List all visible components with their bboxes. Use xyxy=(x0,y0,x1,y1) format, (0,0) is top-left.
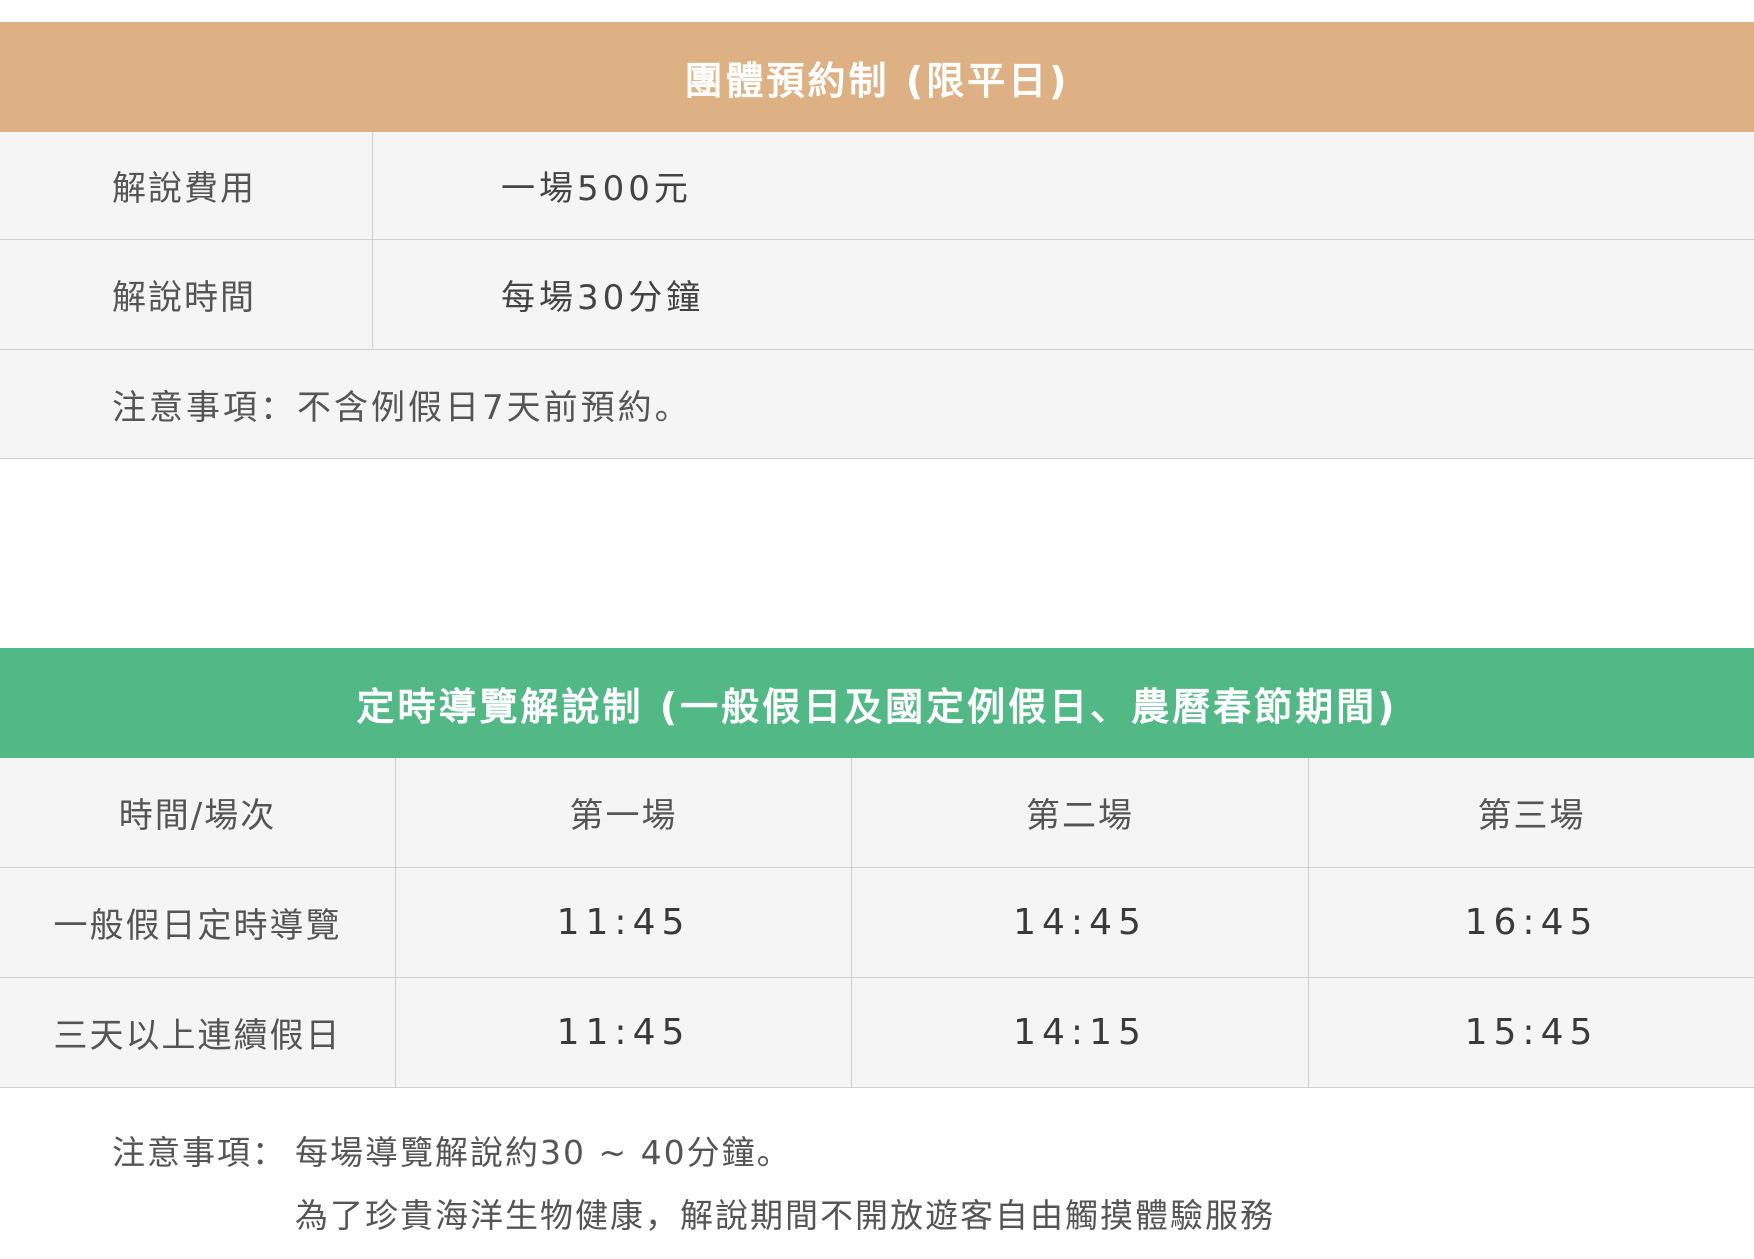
time-cell: 14:15 xyxy=(852,978,1309,1087)
group-note-row: 注意事項：不含例假日7天前預約。 xyxy=(0,350,1754,459)
time-cell: 11:45 xyxy=(396,978,852,1087)
table-row: 一般假日定時導覽 11:45 14:45 16:45 xyxy=(0,868,1754,978)
duration-row: 解說時間 每場30分鐘 xyxy=(0,240,1754,350)
group-reservation-title: 團體預約制 (限平日) xyxy=(0,22,1754,132)
group-note: 注意事項：不含例假日7天前預約。 xyxy=(112,387,692,428)
col-header-session-2: 第二場 xyxy=(852,758,1309,867)
col-header-session-3: 第三場 xyxy=(1477,796,1586,836)
fee-row: 解說費用 一場500元 xyxy=(0,132,1754,240)
timed-note-line-1: 每場導覽解說約30 ~ 40分鐘。 xyxy=(295,1133,792,1172)
timed-note-line-2: 為了珍貴海洋生物健康，解說期間不開放遊客自由觸摸體驗服務 xyxy=(295,1196,1275,1235)
row-label-regular-holiday: 一般假日定時導覽 xyxy=(0,868,396,977)
timed-note-label: 注意事項： xyxy=(112,1133,287,1172)
timed-tour-title: 定時導覽解說制 (一般假日及國定例假日、農曆春節期間) xyxy=(0,648,1754,758)
time-cell: 14:45 xyxy=(852,868,1309,977)
timed-notes: 注意事項： 每場導覽解說約30 ~ 40分鐘。 為了珍貴海洋生物健康，解說期間不… xyxy=(0,1088,1754,1248)
timed-tour-section: 定時導覽解說制 (一般假日及國定例假日、農曆春節期間) 時間/場次 第一場 第二… xyxy=(0,648,1754,1248)
row-label-long-holiday: 三天以上連續假日 xyxy=(0,978,396,1087)
duration-label: 解說時間 xyxy=(0,240,373,349)
group-reservation-section: 團體預約制 (限平日) 解說費用 一場500元 解說時間 每場30分鐘 注意事項… xyxy=(0,22,1754,459)
schedule-header-row: 時間/場次 第一場 第二場 第三場 xyxy=(0,758,1754,868)
fee-label: 解說費用 xyxy=(0,132,373,239)
table-row: 三天以上連續假日 11:45 14:15 15:45 xyxy=(0,978,1754,1088)
time-cell: 15:45 xyxy=(1464,1012,1599,1053)
duration-value: 每場30分鐘 xyxy=(501,278,705,318)
time-cell: 11:45 xyxy=(396,868,852,977)
col-header-time-session: 時間/場次 xyxy=(0,758,396,867)
time-cell: 16:45 xyxy=(1464,902,1599,943)
fee-value: 一場500元 xyxy=(501,169,692,209)
col-header-session-1: 第一場 xyxy=(396,758,852,867)
